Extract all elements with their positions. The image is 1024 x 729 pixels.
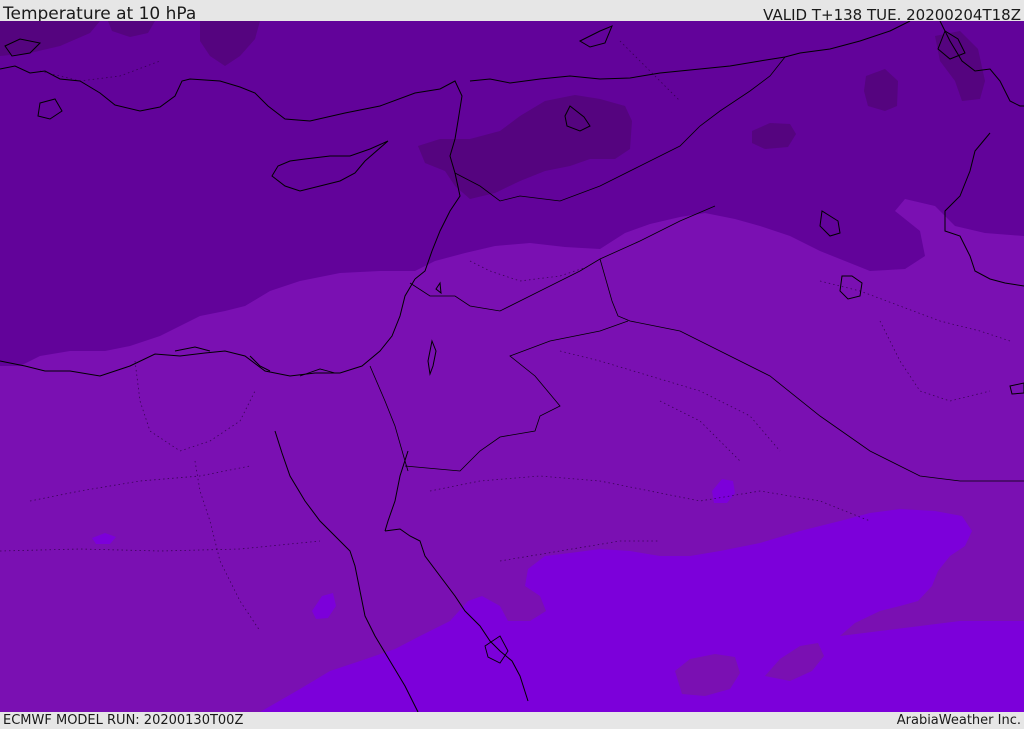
model-run-label: ECMWF MODEL RUN: 20200130T00Z bbox=[3, 713, 244, 728]
weather-map-frame: Temperature at 10 hPa VALID T+138 TUE. 2… bbox=[0, 0, 1024, 729]
credit-label: ArabiaWeather Inc. bbox=[896, 713, 1021, 728]
temperature-map[interactable] bbox=[0, 21, 1024, 712]
map-canvas bbox=[0, 21, 1024, 712]
